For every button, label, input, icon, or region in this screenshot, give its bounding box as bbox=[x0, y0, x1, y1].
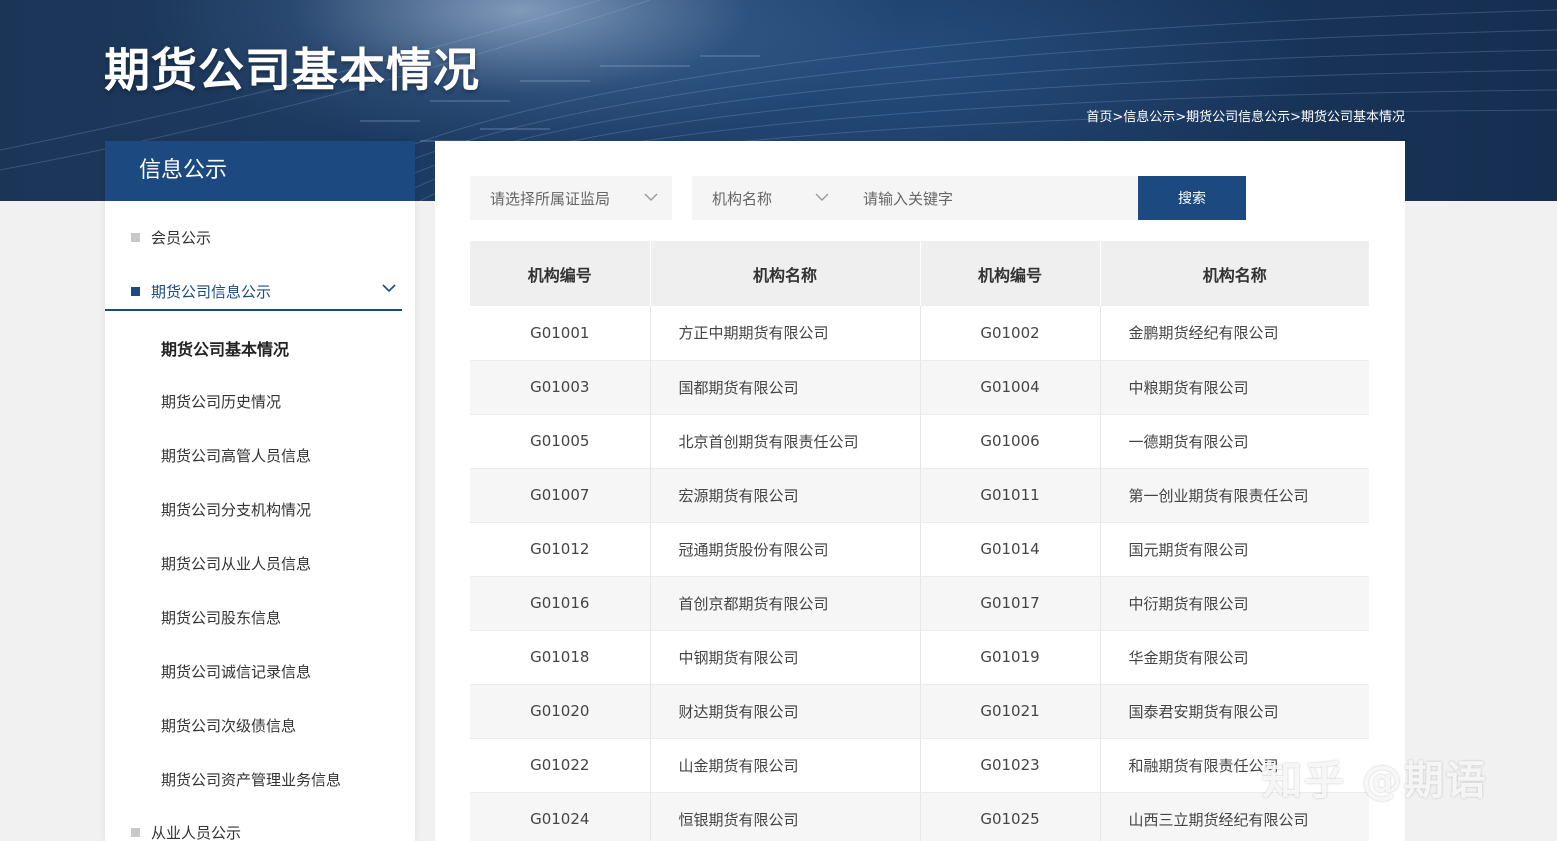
sidebar-item-futures-company-disclosure[interactable]: 期货公司信息公示 bbox=[105, 279, 402, 303]
company-code: G01022 bbox=[470, 738, 651, 793]
company-name-link[interactable]: 北京首创期货有限责任公司 bbox=[650, 414, 921, 469]
table-row: G01001 方正中期期货有限公司 G01002 金鹏期货经纪有限公司 bbox=[470, 306, 1369, 361]
sidebar-subitem-branches[interactable]: 期货公司分支机构情况 bbox=[161, 499, 311, 520]
sidebar-header: 信息公示 bbox=[105, 141, 415, 201]
regulator-select-placeholder: 请选择所属证监局 bbox=[490, 189, 611, 208]
chevron-down-icon bbox=[644, 193, 658, 201]
chevron-down-icon[interactable] bbox=[382, 283, 396, 293]
square-bullet-icon bbox=[131, 286, 140, 296]
square-bullet-icon bbox=[131, 827, 140, 837]
company-name-link[interactable]: 中钢期货有限公司 bbox=[650, 630, 921, 685]
table-row: G01020 财达期货有限公司 G01021 国泰君安期货有限公司 bbox=[470, 684, 1369, 739]
company-name-link[interactable]: 金鹏期货经纪有限公司 bbox=[1100, 306, 1369, 361]
active-underline bbox=[105, 309, 402, 311]
table-row: G01022 山金期货有限公司 G01023 和融期货有限责任公司 bbox=[470, 738, 1369, 793]
company-code: G01017 bbox=[920, 576, 1101, 631]
table-header-row: 机构编号 机构名称 机构编号 机构名称 bbox=[470, 241, 1369, 306]
column-header-name: 机构名称 bbox=[1100, 241, 1369, 306]
sidebar-subitem-credit-records[interactable]: 期货公司诚信记录信息 bbox=[161, 661, 311, 682]
company-name-link[interactable]: 宏源期货有限公司 bbox=[650, 468, 921, 523]
sidebar-subitem-subordinated-debt[interactable]: 期货公司次级债信息 bbox=[161, 715, 296, 736]
sidebar-subitem-history[interactable]: 期货公司历史情况 bbox=[161, 391, 281, 412]
column-header-name: 机构名称 bbox=[650, 241, 921, 306]
company-code: G01004 bbox=[920, 360, 1101, 415]
company-code: G01023 bbox=[920, 738, 1101, 793]
company-name-link[interactable]: 国元期货有限公司 bbox=[1100, 522, 1369, 577]
company-table: 机构编号 机构名称 机构编号 机构名称 G01001 方正中期期货有限公司 G0… bbox=[470, 241, 1369, 841]
sidebar-subitem-shareholders[interactable]: 期货公司股东信息 bbox=[161, 607, 281, 628]
search-field-select-value: 机构名称 bbox=[712, 189, 773, 208]
company-code: G01019 bbox=[920, 630, 1101, 685]
company-name-link[interactable]: 财达期货有限公司 bbox=[650, 684, 921, 739]
company-code: G01006 bbox=[920, 414, 1101, 469]
company-code: G01011 bbox=[920, 468, 1101, 523]
company-code: G01012 bbox=[470, 522, 651, 577]
keyword-input-placeholder: 请输入关键字 bbox=[863, 189, 954, 208]
search-field-select[interactable]: 机构名称 bbox=[692, 176, 843, 220]
company-name-link[interactable]: 首创京都期货有限公司 bbox=[650, 576, 921, 631]
table-row: G01012 冠通期货股份有限公司 G01014 国元期货有限公司 bbox=[470, 522, 1369, 577]
main-content: 请选择所属证监局 机构名称 请输入关键字 搜索 机构编号 机构名称 机构编号 机… bbox=[435, 141, 1405, 841]
company-name-link[interactable]: 恒银期货有限公司 bbox=[650, 792, 921, 841]
sidebar-item-member-disclosure[interactable]: 会员公示 bbox=[105, 225, 402, 249]
company-code: G01005 bbox=[470, 414, 651, 469]
sidebar-subitem-executives[interactable]: 期货公司高管人员信息 bbox=[161, 445, 311, 466]
table-row: G01018 中钢期货有限公司 G01019 华金期货有限公司 bbox=[470, 630, 1369, 685]
company-code: G01001 bbox=[470, 306, 651, 361]
company-code: G01018 bbox=[470, 630, 651, 685]
company-name-link[interactable]: 山金期货有限公司 bbox=[650, 738, 921, 793]
sidebar-item-label: 会员公示 bbox=[151, 228, 212, 247]
company-code: G01003 bbox=[470, 360, 651, 415]
page-title: 期货公司基本情况 bbox=[104, 43, 480, 97]
company-name-link[interactable]: 方正中期期货有限公司 bbox=[650, 306, 921, 361]
regulator-select[interactable]: 请选择所属证监局 bbox=[470, 176, 672, 220]
company-code: G01007 bbox=[470, 468, 651, 523]
company-code: G01002 bbox=[920, 306, 1101, 361]
company-name-link[interactable]: 中粮期货有限公司 bbox=[1100, 360, 1369, 415]
square-bullet-icon bbox=[131, 232, 140, 242]
company-code: G01021 bbox=[920, 684, 1101, 739]
watermark: 知乎 @期语 bbox=[1262, 758, 1488, 804]
company-code: G01020 bbox=[470, 684, 651, 739]
keyword-input[interactable]: 请输入关键字 bbox=[843, 176, 1138, 220]
search-button[interactable]: 搜索 bbox=[1138, 176, 1246, 220]
company-name-link[interactable]: 中衍期货有限公司 bbox=[1100, 576, 1369, 631]
company-name-link[interactable]: 华金期货有限公司 bbox=[1100, 630, 1369, 685]
chevron-down-icon bbox=[815, 193, 829, 201]
table-row: G01005 北京首创期货有限责任公司 G01006 一德期货有限公司 bbox=[470, 414, 1369, 469]
sidebar-subitem-practitioners[interactable]: 期货公司从业人员信息 bbox=[161, 553, 311, 574]
sidebar: 信息公示 会员公示 期货公司信息公示 期货公司基本情况 期货公司历史情况 期货公… bbox=[105, 141, 415, 841]
table-row: G01003 国都期货有限公司 G01004 中粮期货有限公司 bbox=[470, 360, 1369, 415]
column-header-code: 机构编号 bbox=[920, 241, 1101, 306]
table-row: G01016 首创京都期货有限公司 G01017 中衍期货有限公司 bbox=[470, 576, 1369, 631]
company-name-link[interactable]: 国泰君安期货有限公司 bbox=[1100, 684, 1369, 739]
table-row: G01024 恒银期货有限公司 G01025 山西三立期货经纪有限公司 bbox=[470, 792, 1369, 841]
company-code: G01014 bbox=[920, 522, 1101, 577]
column-header-code: 机构编号 bbox=[470, 241, 651, 306]
sidebar-item-label: 期货公司信息公示 bbox=[151, 282, 272, 301]
company-code: G01024 bbox=[470, 792, 651, 841]
breadcrumb[interactable]: 首页>信息公示>期货公司信息公示>期货公司基本情况 bbox=[1086, 106, 1405, 125]
company-name-link[interactable]: 冠通期货股份有限公司 bbox=[650, 522, 921, 577]
company-code: G01016 bbox=[470, 576, 651, 631]
sidebar-subitem-basic-info[interactable]: 期货公司基本情况 bbox=[161, 336, 289, 360]
company-name-link[interactable]: 第一创业期货有限责任公司 bbox=[1100, 468, 1369, 523]
sidebar-subitem-asset-management[interactable]: 期货公司资产管理业务信息 bbox=[161, 769, 341, 790]
sidebar-item-label: 从业人员公示 bbox=[151, 823, 242, 841]
company-name-link[interactable]: 一德期货有限公司 bbox=[1100, 414, 1369, 469]
sidebar-item-practitioner-disclosure[interactable]: 从业人员公示 bbox=[105, 820, 402, 841]
company-code: G01025 bbox=[920, 792, 1101, 841]
table-row: G01007 宏源期货有限公司 G01011 第一创业期货有限责任公司 bbox=[470, 468, 1369, 523]
company-name-link[interactable]: 国都期货有限公司 bbox=[650, 360, 921, 415]
